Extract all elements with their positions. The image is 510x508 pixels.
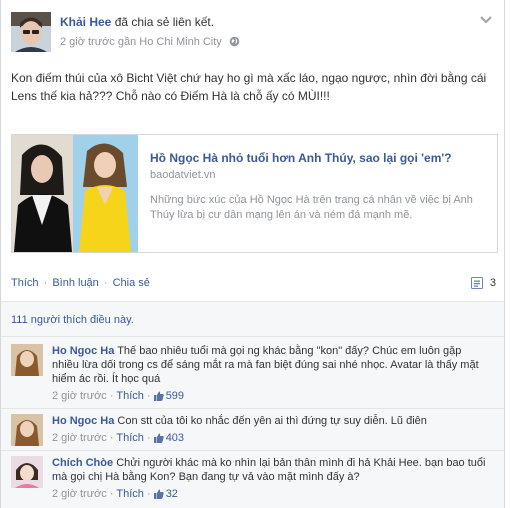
story-header: Khải Hee đã chia sẻ liên kết. 2 giờ trướ… [11, 12, 496, 54]
story-action: đã chia sẻ liên kết. [114, 15, 215, 29]
commenter-avatar[interactable] [11, 344, 43, 376]
comment-time[interactable]: 2 giờ trước [52, 488, 107, 500]
chevron-down-icon[interactable] [479, 14, 493, 26]
share-count-value: 3 [489, 277, 496, 289]
divider [1, 450, 504, 451]
comment-like-count[interactable]: 599 [153, 390, 184, 404]
action-separator: · [43, 277, 48, 289]
commenter-name[interactable]: Chích Chòe [52, 457, 113, 469]
share-link[interactable]: Chia sẻ [113, 277, 150, 289]
story-meta: 2 giờ trước gần Ho Chi Minh City [60, 36, 240, 50]
story-time[interactable]: 2 giờ trước [60, 36, 115, 48]
comment-text: Con stt của tôi ko nhắc đến yên ai thì đ… [117, 415, 427, 427]
link-thumbnail[interactable] [12, 135, 138, 252]
thumbs-up-icon [153, 391, 164, 404]
comment-meta: 2 giờ trước · Thích · 599 [52, 390, 185, 404]
comment-text: Chửi người khác mà ko nhìn lại bản thân … [52, 457, 486, 483]
commenter-name[interactable]: Ho Ngoc Ha [52, 415, 114, 427]
author-line: Khải Hee đã chia sẻ liên kết. [60, 15, 214, 29]
comment-like-link[interactable]: Thích [116, 390, 144, 402]
commenter-avatar[interactable] [11, 414, 43, 446]
divider [1, 408, 504, 409]
post-text: Kon điếm thúi của xô Bicht Việt chứ hay … [11, 71, 487, 103]
comment-like-count[interactable]: 32 [153, 488, 178, 502]
link-description: Những bức xúc của Hồ Ngọc Hà trên trang … [150, 194, 473, 221]
comment-like-link[interactable]: Thích [116, 432, 144, 444]
likes-summary[interactable]: 111 người thích điều này. [11, 314, 134, 326]
like-link[interactable]: Thích [11, 277, 39, 289]
comment-item: Ho Ngoc Ha Thế bao nhiêu tuổi mà gọi ng … [11, 344, 496, 404]
action-separator: · [103, 277, 108, 289]
comment-time[interactable]: 2 giờ trước [52, 390, 107, 402]
comments-section: 111 người thích điều này. Ho Ngoc Ha Thế… [1, 302, 504, 508]
divider [1, 336, 504, 337]
comment-time[interactable]: 2 giờ trước [52, 432, 107, 444]
author-avatar[interactable] [11, 12, 51, 52]
globe-icon[interactable] [229, 36, 240, 50]
commenter-name[interactable]: Ho Ngoc Ha [52, 345, 114, 357]
thumbnail-photo-right [73, 135, 138, 252]
comment-like-count[interactable]: 403 [153, 432, 184, 446]
story-location[interactable]: gần Ho Chi Minh City [118, 36, 222, 48]
comment-item: Chích Chòe Chửi người khác mà ko nhìn lạ… [11, 456, 496, 504]
thumbnail-photo-left [12, 135, 73, 252]
comment-item: Ho Ngoc Ha Con stt của tôi ko nhắc đến y… [11, 414, 496, 454]
comment-body: Ho Ngoc Ha Thế bao nhiêu tuổi mà gọi ng … [52, 344, 487, 386]
comment-body: Chích Chòe Chửi người khác mà ko nhìn lạ… [52, 456, 487, 484]
comment-body: Ho Ngoc Ha Con stt của tôi ko nhắc đến y… [52, 414, 487, 428]
thumbs-up-icon [153, 489, 164, 502]
comment-like-link[interactable]: Thích [116, 488, 144, 500]
share-count-icon [470, 277, 490, 289]
comment-meta: 2 giờ trước · Thích · 32 [52, 488, 178, 502]
comment-link[interactable]: Bình luận [52, 277, 98, 289]
share-count[interactable]: 3 [470, 277, 496, 289]
link-title[interactable]: Hồ Ngọc Hà nhỏ tuổi hơn Anh Thúy, sao lạ… [150, 151, 452, 165]
commenter-avatar[interactable] [11, 456, 43, 488]
feed-story: Khải Hee đã chia sẻ liên kết. 2 giờ trướ… [0, 0, 505, 508]
thumbs-up-icon [153, 433, 164, 446]
comment-text: Thế bao nhiêu tuổi mà gọi ng khác bằng "… [52, 345, 479, 385]
story-actions: Thích · Bình luận · Chia sẻ 3 [11, 277, 496, 293]
link-preview[interactable]: Hồ Ngọc Hà nhỏ tuổi hơn Anh Thúy, sao lạ… [11, 134, 498, 253]
author-name[interactable]: Khải Hee [60, 15, 111, 29]
link-domain: baodatviet.vn [150, 169, 216, 181]
comment-meta: 2 giờ trước · Thích · 403 [52, 432, 185, 446]
